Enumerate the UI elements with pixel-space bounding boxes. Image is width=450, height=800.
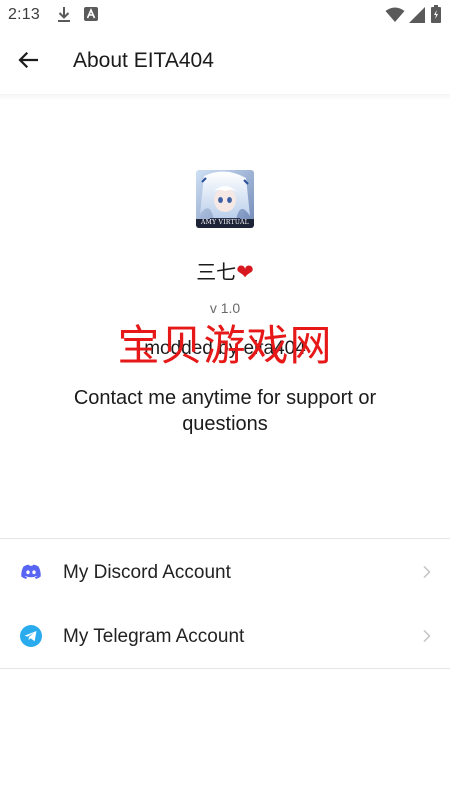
version-label: v 1.0 — [209, 300, 241, 316]
discord-account-label: My Discord Account — [63, 562, 231, 583]
app-bar: About EITA404 — [0, 32, 450, 94]
list-divider-top — [0, 538, 450, 539]
app-notification-icon — [84, 7, 98, 26]
status-time: 2:13 — [8, 6, 40, 23]
modded-by-label: modded by eita404 — [144, 338, 306, 359]
discord-account-link[interactable]: My Discord Account — [0, 540, 450, 604]
heart-icon: ❤ — [236, 260, 254, 284]
signal-icon — [409, 7, 425, 28]
chevron-right-icon — [422, 565, 432, 579]
telegram-account-link[interactable]: My Telegram Account — [0, 604, 450, 668]
app-name: 三七❤ — [0, 256, 450, 285]
download-icon — [56, 6, 72, 29]
contact-text: Contact me anytime for support or questi… — [73, 387, 377, 435]
avatar: AMY VIRTUAL — [196, 170, 254, 228]
status-bar: 2:13 — [0, 0, 450, 32]
arrow-left-icon — [18, 51, 39, 73]
back-button[interactable] — [12, 46, 44, 78]
chevron-right-icon — [422, 629, 432, 643]
list-divider-bottom — [0, 668, 450, 669]
telegram-icon — [19, 624, 43, 648]
page-title: About EITA404 — [73, 49, 214, 72]
battery-icon — [431, 5, 441, 28]
telegram-account-label: My Telegram Account — [63, 626, 245, 647]
app-name-text: 三七 — [196, 262, 237, 284]
app-bar-shadow — [0, 94, 450, 100]
wifi-icon — [385, 7, 405, 28]
discord-icon — [19, 560, 43, 584]
avatar-caption: AMY VIRTUAL — [201, 219, 249, 226]
about-screen: 2:13 About EITA404 AMY VIRTUAL 三七❤ v 1.0… — [0, 0, 450, 800]
